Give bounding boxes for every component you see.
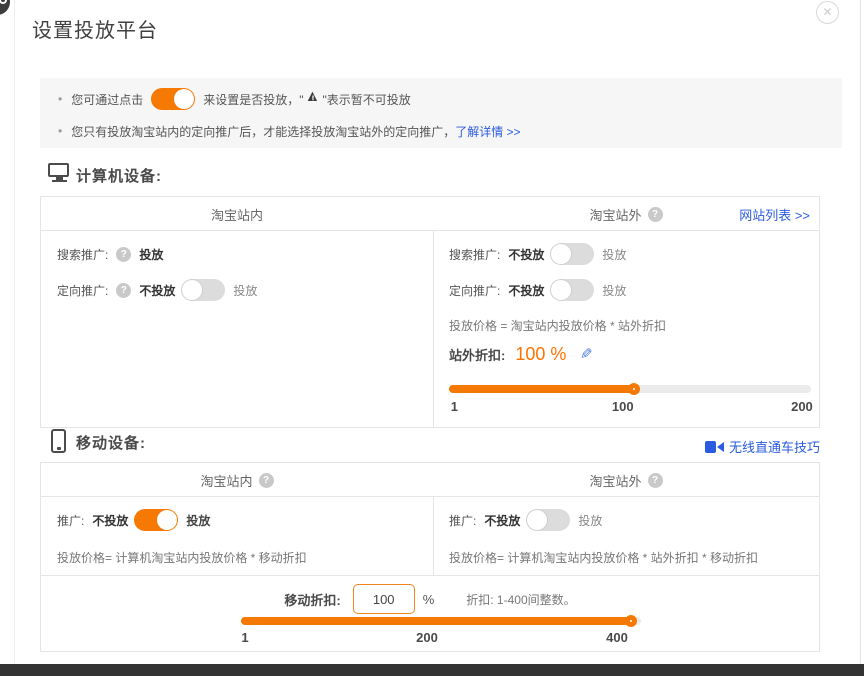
mobile-onsite-header: 淘宝站内 ?	[41, 463, 433, 497]
offsite-price-formula: 投放价格 = 淘宝站内投放价格 * 站外折扣	[449, 317, 666, 334]
help-icon[interactable]: ?	[259, 473, 274, 488]
toggle-knob	[527, 510, 547, 530]
target-status: 不投放	[508, 282, 544, 299]
mobile-onsite-promo-row: 推广: 不投放 投放	[57, 509, 210, 531]
mobile-discount-label: 移动折扣:	[284, 590, 340, 609]
notice-line1-mid: 来设置是否投放，"	[203, 91, 303, 108]
clipped-help-badge-icon	[0, 0, 10, 15]
computer-table-body: 搜索推广: ? 投放 定向推广: ? 不投放 投放 搜索推广: 不投放 投放 定…	[41, 231, 819, 428]
set-platform-dialog: 设置投放平台 ✕ • 您可通过点击 来设置是否投放，" ▲ ! "表示暂不可投放…	[0, 0, 864, 676]
slider-handle[interactable]	[628, 383, 640, 395]
mobile-icon	[51, 429, 66, 453]
bullet-icon: •	[58, 92, 62, 106]
promo-status: 不投放	[92, 512, 128, 529]
column-divider	[433, 497, 434, 575]
mobile-offsite-promo-toggle[interactable]	[526, 509, 570, 531]
edit-icon[interactable]: ✎	[580, 345, 593, 363]
mobile-onsite-formula: 投放价格= 计算机淘宝站内投放价格 * 移动折扣	[57, 549, 307, 566]
toggle-knob	[157, 510, 177, 530]
slider-min-label: 1	[451, 399, 458, 414]
search-status: 投放	[139, 246, 163, 263]
slider-fill	[241, 617, 631, 625]
modal-right-border	[860, 0, 861, 664]
computer-onsite-target-toggle[interactable]	[181, 279, 225, 301]
close-icon[interactable]: ✕	[816, 1, 839, 24]
column-divider	[433, 231, 434, 428]
mobile-offsite-promo-row: 推广: 不投放 投放	[449, 509, 602, 531]
offsite-discount-value: 100 %	[515, 344, 566, 365]
modal-left-border	[14, 0, 15, 664]
mobile-table-header: 淘宝站内 ? 淘宝站外 ?	[41, 463, 819, 497]
site-list-link-wrap: 网站列表 >>	[739, 197, 810, 231]
site-list-link[interactable]: 网站列表 >>	[739, 205, 810, 224]
offsite-discount-line: 站外折扣: 100 % ✎	[449, 341, 593, 367]
toggle-on-label: 投放	[578, 512, 602, 529]
slider-max-label: 400	[606, 630, 628, 645]
wireless-tips-link-wrap: 无线直通车技巧	[705, 437, 820, 456]
help-icon[interactable]: ?	[648, 473, 663, 488]
mobile-discount-input[interactable]	[353, 584, 415, 614]
computer-offsite-target-toggle[interactable]	[550, 279, 594, 301]
notice-example-toggle[interactable]	[151, 88, 195, 110]
notice-line2-text: 您只有投放淘宝站内的定向推广后，才能选择投放淘宝站外的定向推广，	[71, 123, 455, 140]
slider-mid-label: 200	[416, 630, 438, 645]
mobile-onsite-promo-toggle[interactable]	[134, 509, 178, 531]
toggle-knob	[551, 280, 571, 300]
computer-table: 淘宝站内 淘宝站外 ? 网站列表 >> 搜索推广: ? 投放 定向推广: ? 不…	[40, 196, 820, 428]
toggle-knob	[551, 244, 571, 264]
computer-icon	[48, 163, 70, 184]
mobile-discount-group: 移动折扣: % 折扣: 1-400间整数。	[41, 584, 819, 614]
toggle-on-label: 投放	[602, 246, 626, 263]
search-status: 不投放	[508, 246, 544, 263]
notice-box: • 您可通过点击 来设置是否投放，" ▲ ! "表示暂不可投放 • 您只有投放淘…	[40, 78, 842, 148]
wireless-tips-link[interactable]: 无线直通车技巧	[729, 437, 820, 456]
computer-offsite-target-row: 定向推广: 不投放 投放	[449, 279, 626, 301]
offsite-discount-label: 站外折扣:	[449, 345, 505, 364]
computer-onsite-target-row: 定向推广: ? 不投放 投放	[57, 279, 257, 301]
help-icon[interactable]: ?	[116, 283, 131, 298]
notice-line-2: • 您只有投放淘宝站内的定向推广后，才能选择投放淘宝站外的定向推广， 了解详情 …	[58, 122, 521, 140]
slider-mid-label: 100	[612, 399, 634, 414]
computer-onsite-header: 淘宝站内	[41, 197, 433, 231]
mobile-slider-labels: 1 200 400	[241, 630, 641, 646]
learn-more-link[interactable]: 了解详情 >>	[455, 123, 520, 140]
mobile-offsite-header: 淘宝站外 ?	[433, 463, 819, 497]
mobile-table-body: 推广: 不投放 投放 投放价格= 计算机淘宝站内投放价格 * 移动折扣 推广: …	[41, 497, 819, 576]
promo-status: 不投放	[484, 512, 520, 529]
slider-max-label: 200	[791, 399, 813, 414]
slider-min-label: 1	[241, 630, 248, 645]
computer-section-title: 计算机设备:	[76, 165, 162, 186]
background-dark-bar	[0, 664, 864, 676]
toggle-on-label: 投放	[233, 282, 257, 299]
toggle-on-label: 投放	[186, 512, 210, 529]
notice-line1-end: "表示暂不可投放	[322, 91, 410, 108]
percent-unit: %	[423, 592, 435, 607]
mobile-offsite-formula: 投放价格= 计算机淘宝站内投放价格 * 站外折扣 * 移动折扣	[449, 549, 758, 566]
mobile-discount-slider[interactable]	[241, 617, 641, 625]
computer-table-header: 淘宝站内 淘宝站外 ? 网站列表 >>	[41, 197, 819, 231]
offsite-discount-slider[interactable]	[449, 385, 811, 393]
notice-line1-pre: 您可通过点击	[71, 91, 143, 108]
toggle-knob	[174, 89, 194, 109]
computer-offsite-search-row: 搜索推广: 不投放 投放	[449, 243, 626, 265]
slider-fill	[449, 385, 634, 393]
warning-icon: ▲ !	[304, 91, 321, 107]
mobile-section-title: 移动设备:	[76, 432, 146, 453]
offsite-slider-labels: 1 100 200	[449, 399, 811, 415]
video-icon	[705, 441, 724, 453]
dialog-title: 设置投放平台	[32, 14, 158, 43]
mobile-discount-area: 移动折扣: % 折扣: 1-400间整数。 1 200 400	[41, 576, 819, 652]
bullet-icon: •	[58, 124, 62, 138]
computer-onsite-search-row: 搜索推广: ? 投放	[57, 243, 169, 265]
notice-line-1: • 您可通过点击 来设置是否投放，" ▲ ! "表示暂不可投放	[58, 87, 411, 111]
target-status: 不投放	[139, 282, 175, 299]
help-icon[interactable]: ?	[116, 247, 131, 262]
discount-range-hint: 折扣: 1-400间整数。	[466, 591, 575, 608]
mobile-table: 淘宝站内 ? 淘宝站外 ? 推广: 不投放 投放 投放价格= 计算机淘宝站内投放…	[40, 462, 820, 652]
toggle-knob	[182, 280, 202, 300]
toggle-on-label: 投放	[602, 282, 626, 299]
slider-handle[interactable]	[625, 615, 637, 627]
computer-offsite-search-toggle[interactable]	[550, 243, 594, 265]
help-icon[interactable]: ?	[648, 207, 663, 222]
